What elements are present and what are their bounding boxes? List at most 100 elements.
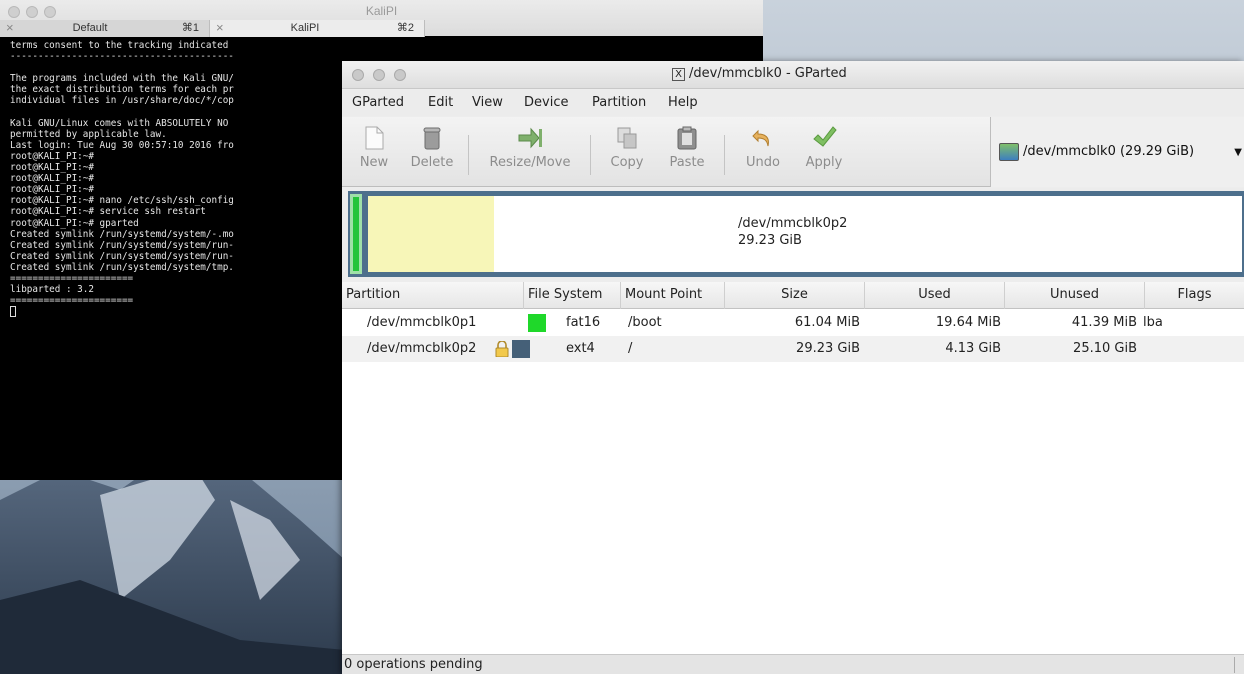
resize-move-button[interactable]: Resize/Move (482, 125, 578, 170)
menu-view[interactable]: View (472, 95, 503, 110)
cell-unused: 41.39 MiB (1071, 315, 1137, 330)
delete-label: Delete (410, 155, 454, 170)
paste-icon (677, 126, 697, 150)
tab-shortcut: ⌘1 (181, 22, 199, 34)
apply-button[interactable]: Apply (796, 125, 852, 170)
cell-flags: lba (1143, 315, 1163, 330)
minimize-button[interactable] (373, 69, 385, 81)
partition-block-p1[interactable] (350, 194, 362, 274)
cell-mount-point: /boot (628, 315, 662, 330)
tab-shortcut: ⌘2 (396, 22, 414, 34)
used-space-bar (368, 196, 494, 272)
gparted-titlebar[interactable]: X/dev/mmcblk0 - GParted (342, 61, 1244, 89)
menu-device[interactable]: Device (524, 95, 568, 110)
terminal-line: Kali GNU/Linux comes with ABSOLUTELY NO (10, 117, 229, 129)
tab-close-icon[interactable]: × (216, 20, 224, 36)
window-title-text: /dev/mmcblk0 - GParted (689, 66, 847, 81)
menu-help[interactable]: Help (668, 95, 698, 110)
x11-icon: X (672, 68, 685, 81)
col-file-system[interactable]: File System (524, 282, 621, 309)
col-mount-point[interactable]: Mount Point (621, 282, 725, 309)
terminal-line: Created symlink /run/systemd/system/tmp. (10, 261, 234, 273)
terminal-line: Created symlink /run/systemd/system/-.mo (10, 228, 234, 240)
terminal-output[interactable]: terms consent to the tracking indicated -… (0, 37, 345, 477)
menu-edit[interactable]: Edit (428, 95, 453, 110)
terminal-line: root@KALI_PI:~# service ssh restart (10, 206, 206, 218)
terminal-line: root@KALI_PI:~# (10, 150, 94, 162)
col-partition[interactable]: Partition (342, 282, 524, 309)
lock-icon (495, 341, 509, 357)
undo-button[interactable]: Undo (740, 125, 786, 170)
col-size[interactable]: Size (725, 282, 865, 309)
graph-frame: /dev/mmcblk0p2 29.23 GiB (348, 191, 1244, 277)
undo-arrow-icon (752, 129, 769, 147)
toolbar-separator (590, 135, 591, 175)
trash-icon (423, 127, 441, 150)
device-label: /dev/mmcblk0 (29.29 GiB) (1023, 144, 1195, 159)
terminal-line: ====================== (10, 272, 134, 284)
copy-label: Copy (610, 155, 644, 170)
status-bar: 0 operations pending (342, 654, 1244, 674)
menu-partition[interactable]: Partition (592, 95, 646, 110)
terminal-line: ====================== (10, 295, 134, 307)
dropdown-arrow-icon[interactable]: ▼ (1234, 147, 1242, 158)
close-button[interactable] (352, 69, 364, 81)
partition-block-p2[interactable]: /dev/mmcblk0p2 29.23 GiB (366, 194, 1244, 274)
col-used[interactable]: Used (865, 282, 1005, 309)
col-unused[interactable]: Unused (1005, 282, 1145, 309)
resize-arrow-icon (518, 127, 542, 149)
tab-label: Default (72, 22, 108, 34)
resize-grip[interactable] (1234, 657, 1240, 673)
gparted-window[interactable]: X/dev/mmcblk0 - GParted GParted Edit Vie… (342, 61, 1244, 674)
cell-mount-point: / (628, 341, 633, 356)
graph-partition-name: /dev/mmcblk0p2 (738, 216, 848, 231)
resize-move-label: Resize/Move (489, 155, 571, 170)
table-header: Partition File System Mount Point Size U… (342, 282, 1244, 309)
window-title: X/dev/mmcblk0 - GParted (672, 66, 847, 81)
device-selector[interactable]: /dev/mmcblk0 (29.29 GiB) ▼ (990, 117, 1244, 187)
terminal-titlebar[interactable]: KaliPI × Default ⌘1 × KaliPI ⌘2 (0, 0, 763, 37)
tab-default[interactable]: × Default ⌘1 (0, 20, 210, 37)
table-row[interactable]: /dev/mmcblk0p2 ext4 / 29.23 GiB 4.13 GiB… (342, 336, 1244, 362)
terminal-line: Last login: Tue Aug 30 00:57:10 2016 fro (10, 139, 234, 151)
toolbar-separator (468, 135, 469, 175)
fs-color-swatch (512, 340, 530, 358)
delete-button[interactable]: Delete (404, 125, 460, 170)
toolbar-separator (724, 135, 725, 175)
terminal-cursor-line (10, 306, 345, 318)
terminal-line: root@KALI_PI:~# (10, 184, 94, 196)
new-button[interactable]: New (354, 125, 394, 170)
table-row[interactable]: /dev/mmcblk0p1 fat16 /boot 61.04 MiB 19.… (342, 310, 1244, 336)
cell-partition: /dev/mmcblk0p2 (367, 341, 477, 356)
apply-label: Apply (805, 155, 843, 170)
terminal-line: root@KALI_PI:~# (10, 162, 94, 174)
menu-gparted[interactable]: GParted (352, 95, 404, 110)
col-flags[interactable]: Flags (1145, 282, 1244, 309)
tab-label: KaliPI (290, 22, 320, 34)
zoom-button[interactable] (394, 69, 406, 81)
cell-file-system: fat16 (566, 315, 601, 330)
copy-button[interactable]: Copy (604, 125, 650, 170)
cell-partition: /dev/mmcblk0p1 (367, 315, 477, 330)
cell-used: 4.13 GiB (945, 341, 1001, 356)
terminal-tab-bar: × Default ⌘1 × KaliPI ⌘2 (0, 20, 763, 37)
drive-icon (999, 143, 1019, 161)
tab-close-icon[interactable]: × (6, 20, 14, 36)
terminal-line: root@KALI_PI:~# (10, 173, 94, 185)
status-text: 0 operations pending (344, 657, 483, 672)
undo-label: Undo (746, 155, 780, 170)
paste-button[interactable]: Paste (664, 125, 710, 170)
tab-kalipi[interactable]: × KaliPI ⌘2 (210, 20, 425, 37)
terminal-line: Created symlink /run/systemd/system/run- (10, 239, 234, 251)
terminal-line: the exact distribution terms for each pr (10, 84, 234, 96)
new-file-icon (365, 126, 384, 150)
terminal-line: Created symlink /run/systemd/system/run- (10, 250, 234, 262)
cell-used: 19.64 MiB (935, 315, 1001, 330)
menu-bar: GParted Edit View Device Partition Help (342, 90, 1244, 116)
terminal-line: root@KALI_PI:~# nano /etc/ssh/ssh_config (10, 195, 234, 207)
cell-unused: 25.10 GiB (1073, 341, 1137, 356)
cell-file-system: ext4 (566, 341, 595, 356)
graph-partition-size: 29.23 GiB (738, 233, 802, 248)
